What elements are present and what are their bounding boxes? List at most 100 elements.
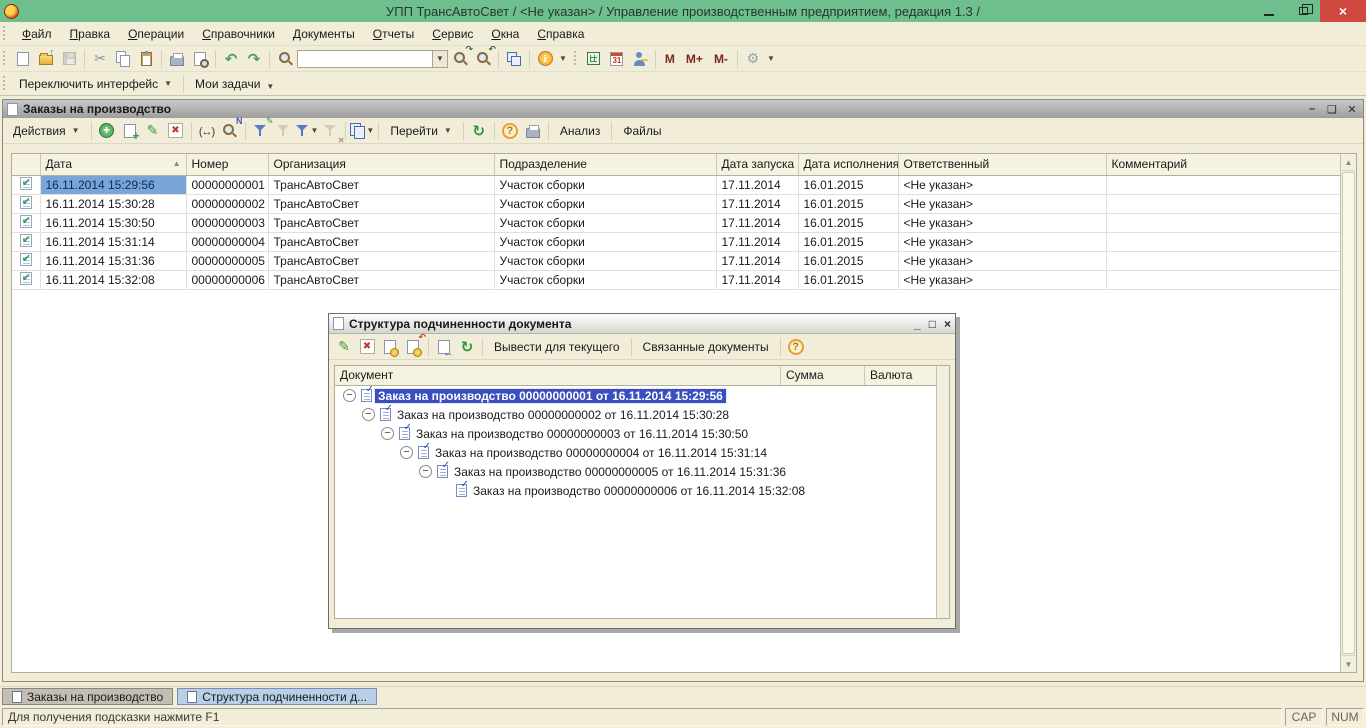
tree-row[interactable]: Заказ на производство 00000000006 от 16.…: [335, 481, 936, 500]
table-cell[interactable]: 17.11.2014: [716, 270, 798, 289]
windows-list-button[interactable]: [503, 48, 525, 70]
collapse-icon[interactable]: −: [419, 465, 432, 478]
table-cell[interactable]: Участок сборки: [494, 232, 716, 251]
settings-button[interactable]: [742, 48, 764, 70]
scroll-up-arrow[interactable]: ▲: [1341, 154, 1356, 171]
collapse-icon[interactable]: −: [400, 446, 413, 459]
column-header[interactable]: Дата исполнения: [798, 154, 898, 175]
tree-item-label[interactable]: Заказ на производство 00000000006 от 16.…: [470, 484, 808, 498]
tree-item-label[interactable]: Заказ на производство 00000000005 от 16.…: [451, 465, 789, 479]
table-row[interactable]: 16.11.2014 15:32:0800000000006ТрансАвтоС…: [12, 270, 1342, 289]
mdi-close-button[interactable]: ✕: [1345, 103, 1359, 116]
dialog-scrollbar[interactable]: [936, 366, 949, 618]
table-cell[interactable]: 00000000003: [186, 213, 268, 232]
paste-button[interactable]: [135, 48, 157, 70]
scroll-down-arrow[interactable]: ▼: [1341, 655, 1356, 672]
table-cell[interactable]: [1106, 194, 1342, 213]
tree-row[interactable]: − Заказ на производство 00000000004 от 16…: [335, 443, 936, 462]
memory-recall-button[interactable]: M: [660, 50, 680, 68]
table-cell[interactable]: 16.11.2014 15:30:50: [40, 213, 186, 232]
table-cell[interactable]: ТрансАвтоСвет: [268, 175, 494, 194]
settings-dropdown-arrow[interactable]: ▼: [767, 54, 775, 63]
memory-add-button[interactable]: M+: [681, 50, 708, 68]
copy-button[interactable]: [112, 48, 134, 70]
search-button[interactable]: [274, 48, 296, 70]
table-cell[interactable]: 00000000005: [186, 251, 268, 270]
related-docs-button[interactable]: Связанные документы: [636, 338, 776, 356]
table-cell[interactable]: 16.01.2015: [798, 175, 898, 194]
toolbar-grip[interactable]: [2, 50, 7, 68]
memory-subtract-button[interactable]: M-: [709, 50, 733, 68]
find-next-button[interactable]: ↷: [449, 48, 471, 70]
column-header[interactable]: Ответственный: [898, 154, 1106, 175]
orders-window-titlebar[interactable]: Заказы на производство – ❏ ✕: [3, 100, 1363, 118]
taskbar-tab-2[interactable]: Структура подчиненности д...: [177, 688, 377, 705]
table-cell[interactable]: ТрансАвтоСвет: [268, 213, 494, 232]
dialog-minimize-button[interactable]: _: [914, 317, 921, 331]
search-dropdown-button[interactable]: ▼: [433, 50, 448, 68]
table-cell[interactable]: 17.11.2014: [716, 232, 798, 251]
calculator-button[interactable]: [583, 48, 605, 70]
table-cell[interactable]: [1106, 270, 1342, 289]
dialog-column-header[interactable]: Валюта: [865, 366, 938, 385]
refresh-button[interactable]: [468, 120, 490, 142]
table-cell[interactable]: 16.01.2015: [798, 232, 898, 251]
tree-item-label[interactable]: Заказ на производство 00000000004 от 16.…: [432, 446, 770, 460]
menu-item-3[interactable]: Операции: [119, 24, 193, 44]
table-row[interactable]: 16.11.2014 15:31:1400000000004ТрансАвтоС…: [12, 232, 1342, 251]
cut-button[interactable]: [89, 48, 111, 70]
table-cell[interactable]: 16.01.2015: [798, 270, 898, 289]
save-button[interactable]: [58, 48, 80, 70]
user-block-button[interactable]: [629, 48, 651, 70]
dialog-close-button[interactable]: ×: [944, 317, 951, 331]
table-cell[interactable]: Участок сборки: [494, 194, 716, 213]
dialog-help-button[interactable]: [785, 336, 807, 358]
table-cell[interactable]: <Не указан>: [898, 175, 1106, 194]
add-copy-button[interactable]: [119, 120, 141, 142]
table-cell[interactable]: 17.11.2014: [716, 251, 798, 270]
dialog-maximize-button[interactable]: □: [929, 317, 936, 331]
table-cell[interactable]: 00000000001: [186, 175, 268, 194]
files-button[interactable]: Файлы: [616, 122, 668, 140]
menu-item-8[interactable]: Окна: [482, 24, 528, 44]
add-button[interactable]: [96, 120, 118, 142]
info-dropdown-arrow[interactable]: ▼: [559, 54, 567, 63]
table-cell[interactable]: <Не указан>: [898, 213, 1106, 232]
table-cell[interactable]: Участок сборки: [494, 175, 716, 194]
table-cell[interactable]: Участок сборки: [494, 213, 716, 232]
table-row[interactable]: 16.11.2014 15:30:5000000000003ТрансАвтоС…: [12, 213, 1342, 232]
table-row[interactable]: 16.11.2014 15:31:3600000000005ТрансАвтоС…: [12, 251, 1342, 270]
switch-interface-button[interactable]: Переключить интерфейс ▼: [12, 75, 179, 93]
table-cell[interactable]: 00000000006: [186, 270, 268, 289]
scrollbar-thumb[interactable]: [1342, 172, 1355, 654]
table-cell[interactable]: <Не указан>: [898, 251, 1106, 270]
open-button[interactable]: [35, 48, 57, 70]
column-header[interactable]: Организация: [268, 154, 494, 175]
table-cell[interactable]: 16.11.2014 15:30:28: [40, 194, 186, 213]
movements-report-button[interactable]: [379, 336, 401, 358]
table-row[interactable]: 16.11.2014 15:29:5600000000001ТрансАвтоС…: [12, 175, 1342, 194]
table-cell[interactable]: ТрансАвтоСвет: [268, 270, 494, 289]
tree-row[interactable]: −Заказ на производство 00000000002 от 16…: [335, 405, 936, 424]
calendar-button[interactable]: [606, 48, 628, 70]
menu-item-9[interactable]: Справка: [528, 24, 593, 44]
toolbar-grip[interactable]: [2, 75, 7, 91]
table-cell[interactable]: 16.11.2014 15:32:08: [40, 270, 186, 289]
toolbar-grip[interactable]: [573, 50, 578, 68]
close-button[interactable]: ×: [1320, 0, 1366, 22]
show-current-button[interactable]: Вывести для текущего: [487, 338, 627, 356]
find-previous-button[interactable]: ↶: [472, 48, 494, 70]
table-cell[interactable]: ТрансАвтоСвет: [268, 232, 494, 251]
find-by-number-button[interactable]: N: [219, 120, 241, 142]
column-header[interactable]: Комментарий: [1106, 154, 1342, 175]
table-cell[interactable]: ТрансАвтоСвет: [268, 194, 494, 213]
table-cell[interactable]: 16.01.2015: [798, 194, 898, 213]
table-cell[interactable]: <Не указан>: [898, 194, 1106, 213]
table-cell[interactable]: 17.11.2014: [716, 175, 798, 194]
column-header[interactable]: Номер: [186, 154, 268, 175]
dialog-delete-button[interactable]: [356, 336, 378, 358]
dialog-refresh-button[interactable]: [456, 336, 478, 358]
table-cell[interactable]: 00000000004: [186, 232, 268, 251]
menu-item-5[interactable]: Документы: [284, 24, 364, 44]
vertical-scrollbar[interactable]: ▲ ▼: [1340, 154, 1356, 672]
